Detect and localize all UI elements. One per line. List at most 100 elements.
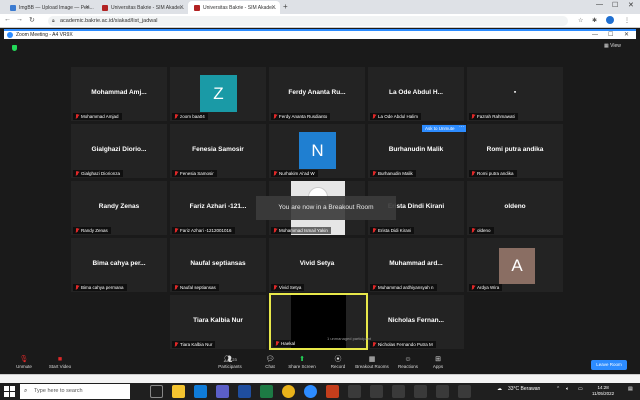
participant-tile[interactable]: A Ardya Wira bbox=[467, 238, 563, 292]
close-window-icon[interactable]: ✕ bbox=[628, 1, 634, 9]
chrome-icon[interactable] bbox=[282, 385, 295, 398]
participant-tile[interactable]: Muhammad ard... Muhammad ardhiyansyah n bbox=[368, 238, 464, 292]
new-tab-button[interactable]: + bbox=[283, 2, 288, 11]
participant-tile[interactable]: Romi putra andika Romi putra andika bbox=[467, 124, 563, 178]
participant-name: Nicholas Fernan... bbox=[388, 317, 444, 324]
app-icon[interactable] bbox=[348, 385, 361, 398]
participant-name: Vivid Setya bbox=[299, 260, 335, 267]
participant-tile[interactable]: oldeno oldeno bbox=[467, 181, 563, 235]
participant-tile[interactable]: Bima cahya per... Bima cahya permana bbox=[71, 238, 167, 292]
minimize-icon[interactable]: — bbox=[592, 31, 598, 39]
participant-tile[interactable]: Burhanudin Malik Burhanudin Malik bbox=[368, 124, 464, 178]
unmanaged-participant-note: 1 unmanaged participant bbox=[327, 336, 372, 341]
participant-label: Vivid Setya bbox=[271, 284, 305, 291]
extensions-icon[interactable]: ✱ bbox=[592, 17, 597, 24]
tab-bakrie-2[interactable]: Universitas Bakrie - SIM Akade... ✕ bbox=[188, 1, 280, 14]
participants-label: Participants bbox=[218, 364, 242, 369]
maximize-icon[interactable]: ☐ bbox=[612, 1, 618, 9]
weather-icon[interactable]: ☁ bbox=[497, 386, 502, 392]
file-explorer-icon[interactable] bbox=[172, 385, 185, 398]
mic-muted-icon bbox=[471, 114, 475, 119]
mic-muted-icon bbox=[174, 342, 178, 347]
minimize-icon[interactable]: — bbox=[596, 1, 603, 8]
maximize-icon[interactable]: ☐ bbox=[608, 31, 613, 39]
participant-tile[interactable]: Gialghazi Diorio... Gialghazi Diorionza bbox=[71, 124, 167, 178]
clock-date: 11/05/2022 bbox=[592, 391, 615, 396]
star-icon[interactable]: ☆ bbox=[578, 17, 583, 24]
participant-tile[interactable]: Nicholas Fernan... Nicholas Fernando Put… bbox=[368, 295, 464, 349]
app-icon[interactable] bbox=[392, 385, 405, 398]
close-icon[interactable]: ✕ bbox=[179, 4, 184, 11]
participant-tile[interactable]: Ferdy Ananta Ru... Ferdy Ananta Rusdiant… bbox=[269, 67, 365, 121]
edge-icon[interactable] bbox=[194, 385, 207, 398]
close-window-icon[interactable]: ✕ bbox=[624, 31, 629, 39]
powerpoint-icon[interactable] bbox=[326, 385, 339, 398]
participant-tile[interactable]: Z zoom baa04 bbox=[170, 67, 266, 121]
participant-label: Gialghazi Diorionza bbox=[73, 170, 124, 177]
windows-start-icon[interactable] bbox=[4, 386, 15, 397]
participant-label: La Ode Abdul Halim bbox=[370, 113, 422, 120]
start-video-label: Start Video bbox=[48, 364, 72, 369]
view-button[interactable]: ▦ View bbox=[604, 43, 621, 49]
participant-tile-active-speaker[interactable]: Haekal bbox=[269, 293, 368, 350]
more-options-button[interactable]: ··· bbox=[457, 125, 466, 132]
forward-icon[interactable]: → bbox=[16, 16, 23, 23]
participant-tile[interactable]: ▪ Fazrah Rahmawati bbox=[467, 67, 563, 121]
participant-label: Muhammad ardhiyansyah n bbox=[370, 284, 437, 291]
app-icon[interactable] bbox=[436, 385, 449, 398]
record-button[interactable]: ⦿ Record bbox=[320, 356, 356, 369]
profile-avatar[interactable] bbox=[606, 16, 614, 24]
zoom-taskbar-icon[interactable] bbox=[304, 385, 317, 398]
share-screen-button[interactable]: ⬆ Share Screen bbox=[284, 356, 320, 369]
start-video-button[interactable]: ■ Start Video bbox=[42, 356, 78, 369]
breakout-room-notification: You are now in a Breakout Room bbox=[256, 196, 396, 220]
weather-label[interactable]: 33°C Berawan bbox=[508, 386, 540, 392]
participants-button[interactable]: 👥︎23 Participants bbox=[212, 356, 248, 369]
taskbar-search-input[interactable]: ⌕ Type here to search bbox=[20, 384, 130, 399]
battery-icon[interactable]: ▭ bbox=[578, 386, 583, 392]
participant-tile[interactable]: Vivid Setya Vivid Setya bbox=[269, 238, 365, 292]
participant-tile[interactable]: Fariz Azhari -121... Fariz Azhari -12120… bbox=[170, 181, 266, 235]
mic-muted-icon bbox=[273, 228, 277, 233]
reload-icon[interactable]: ↻ bbox=[29, 16, 35, 24]
chat-button[interactable]: 💬︎ Chat bbox=[252, 356, 288, 369]
store-icon[interactable] bbox=[216, 385, 229, 398]
close-icon[interactable]: ✕ bbox=[85, 4, 90, 11]
participant-tile[interactable]: Tiara Kalbia Nur Tiara Kalbia Nur bbox=[170, 295, 266, 349]
apps-button[interactable]: ⊞ Apps bbox=[420, 356, 456, 369]
unmute-button[interactable]: 🎙︎ Unmute bbox=[6, 356, 42, 369]
back-icon[interactable]: ← bbox=[4, 16, 11, 23]
bakrie-favicon-icon bbox=[102, 4, 108, 11]
task-view-icon[interactable] bbox=[150, 385, 163, 398]
security-shield-icon[interactable] bbox=[12, 45, 17, 51]
participant-label: Ardya Wira bbox=[469, 284, 503, 291]
word-icon[interactable] bbox=[238, 385, 251, 398]
participant-tile[interactable]: Naufal septiansas Naufal septiansas bbox=[170, 238, 266, 292]
participant-label: Fazrah Rahmawati bbox=[469, 113, 518, 120]
tab-bakrie-1[interactable]: Universitas Bakrie - SIM Akade... ✕ bbox=[96, 1, 188, 14]
ask-to-unmute-button[interactable]: Ask to Unmute bbox=[422, 125, 458, 132]
participant-tile[interactable]: N Nurhakim Ai'ad W bbox=[269, 124, 365, 178]
taskbar-clock[interactable]: 14:28 11/05/2022 bbox=[592, 385, 614, 397]
breakout-rooms-button[interactable]: ▦ Breakout Rooms bbox=[354, 356, 390, 369]
mic-muted-icon bbox=[174, 114, 178, 119]
mic-muted-icon bbox=[471, 285, 475, 290]
speaker-icon[interactable]: 🔈︎ bbox=[566, 386, 569, 392]
participant-tile[interactable]: Randy Zenas Randy Zenas bbox=[71, 181, 167, 235]
tab-imgbb[interactable]: ImgBB — Upload Image — Pen... ✕ bbox=[4, 1, 94, 14]
leave-room-button[interactable]: Leave Room bbox=[591, 360, 627, 370]
excel-icon[interactable] bbox=[260, 385, 273, 398]
app-icon[interactable] bbox=[414, 385, 427, 398]
notifications-icon[interactable]: ▤ bbox=[628, 386, 633, 392]
participant-tile[interactable]: Fenesia Samosir Fenesia Samosir bbox=[170, 124, 266, 178]
record-label: Record bbox=[330, 364, 346, 369]
tab-label: Universitas Bakrie - SIM Akade... bbox=[203, 4, 277, 11]
url-field[interactable]: 🔒︎ academic.bakrie.ac.id/siakad/list_jad… bbox=[48, 16, 568, 26]
network-icon[interactable]: ⌃ bbox=[556, 386, 560, 392]
app-icon[interactable] bbox=[370, 385, 383, 398]
menu-icon[interactable]: ⋮ bbox=[624, 17, 630, 24]
participant-tile[interactable]: La Ode Abdul H... La Ode Abdul Halim bbox=[368, 67, 464, 121]
app-icon[interactable] bbox=[458, 385, 471, 398]
participant-tile[interactable]: Mohammad Amj... Mohammad Amjad bbox=[71, 67, 167, 121]
close-icon[interactable]: ✕ bbox=[271, 4, 276, 11]
